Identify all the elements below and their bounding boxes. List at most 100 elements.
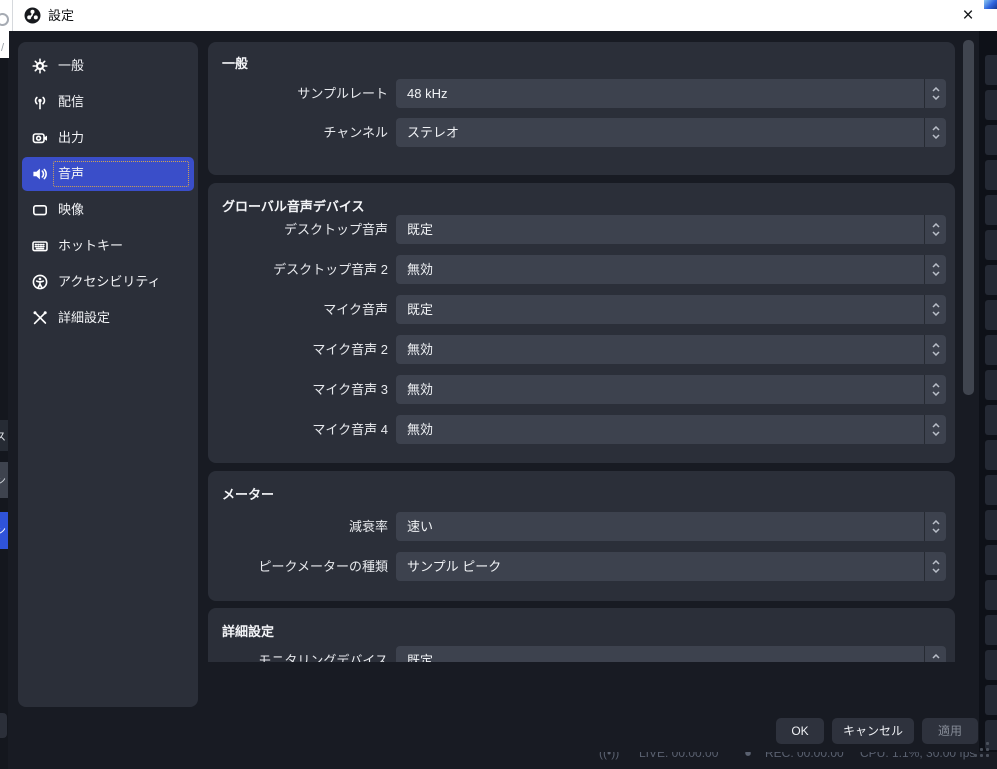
settings-section-global-audio-devices: グローバル音声デバイス デスクトップ音声 既定 デスクトップ音声 2 無効 マイク音声… (208, 183, 955, 463)
background-corner-image (984, 0, 997, 9)
background-panel-fragment (0, 713, 7, 738)
sidebar-item-general[interactable]: 一般 (22, 49, 194, 83)
spinner-arrows-icon[interactable] (924, 118, 946, 147)
background-list-fragment: ン (0, 462, 8, 498)
spinner-arrows-icon[interactable] (924, 215, 946, 244)
combobox-value: 既定 (407, 302, 434, 317)
background-row-fragment (985, 265, 997, 295)
combobox-mic-audio[interactable]: 既定 (396, 295, 946, 324)
background-row-fragment (985, 545, 997, 575)
rec-icon: ⏺ (745, 752, 752, 760)
window-title: 設定 (48, 8, 75, 23)
combobox-channels[interactable]: ステレオ (396, 118, 946, 147)
background-row-fragment (985, 650, 997, 680)
statusbar-fragment: ((•)) LIVE: 00:00:00 ⏺ REC: 00:00:00 CPU… (8, 752, 997, 769)
settings-scroll-area: 一般 サンプルレート 48 kHz チャンネル ステレオ グローバル音声デバイス デスク… (208, 31, 955, 662)
sidebar-item-accessibility[interactable]: アクセシビリティ (22, 265, 194, 299)
background-row-fragment (985, 125, 997, 155)
spinner-arrows-icon[interactable] (924, 512, 946, 541)
combobox-value: 無効 (407, 262, 434, 277)
sidebar-item-label: 詳細設定 (58, 310, 111, 325)
combobox-mic-audio-3[interactable]: 無効 (396, 375, 946, 404)
sidebar-item-video[interactable]: 映像 (22, 193, 194, 227)
spinner-arrows-icon[interactable] (924, 255, 946, 284)
background-row-fragment (985, 370, 997, 400)
spinner-arrows-icon[interactable] (924, 79, 946, 108)
settings-row-mic-audio-4: マイク音声 4 無効 (208, 415, 955, 444)
vertical-scrollbar[interactable] (963, 40, 974, 395)
obs-logo-icon (24, 7, 41, 24)
sidebar-item-audio[interactable]: 音声 (22, 157, 194, 191)
background-strip-red (18, 0, 27, 3)
combobox-value: 速い (407, 519, 434, 534)
section-title: 一般 (222, 56, 249, 71)
row-label: マイク音声 2 (312, 342, 388, 357)
sidebar-item-label: 一般 (58, 58, 85, 73)
settings-section-advanced: 詳細設定 モニタリングデバイス 既定 (208, 608, 955, 662)
apply-button[interactable]: 適用 (922, 718, 978, 744)
combobox-value: 無効 (407, 422, 434, 437)
settings-section-general: 一般サンプルレート 48 kHz チャンネル ステレオ (208, 42, 955, 175)
sidebar-item-output[interactable]: 出力 (22, 121, 194, 155)
combobox-desktop-audio-2[interactable]: 無効 (396, 255, 946, 284)
background-row-fragment (985, 160, 997, 190)
combobox-peak-meter-type[interactable]: サンプル ピーク (396, 552, 946, 581)
settings-sidebar: 一般配信 出力 音声映像ホットキー アクセシビリティ詳細設定 (18, 42, 198, 707)
background-list-fragment-selected: ン (0, 512, 8, 549)
combobox-desktop-audio[interactable]: 既定 (396, 215, 946, 244)
combobox-monitoring-device[interactable]: 既定 (396, 646, 946, 662)
tools-icon (32, 310, 48, 326)
window-edge-line (12, 0, 13, 31)
spinner-arrows-icon[interactable] (924, 335, 946, 364)
spinner-arrows-icon[interactable] (924, 295, 946, 324)
titlebar: 設定 × (0, 0, 997, 31)
gear-icon (32, 58, 48, 74)
settings-row-desktop-audio: デスクトップ音声 既定 (208, 215, 955, 244)
background-right-column (979, 31, 997, 769)
settings-row-monitoring-device: モニタリングデバイス 既定 (208, 646, 955, 662)
row-label: デスクトップ音声 (283, 222, 388, 237)
background-row-fragment (985, 685, 997, 715)
combobox-value: 無効 (407, 382, 434, 397)
cancel-button[interactable]: キャンセル (832, 718, 914, 744)
live-icon: ((•)) (599, 752, 620, 760)
row-label: ピークメーターの種類 (258, 559, 388, 574)
row-label: サンプルレート (297, 86, 388, 101)
combobox-mic-audio-4[interactable]: 無効 (396, 415, 946, 444)
sidebar-item-stream[interactable]: 配信 (22, 85, 194, 119)
spinner-arrows-icon[interactable] (924, 415, 946, 444)
combobox-mic-audio-2[interactable]: 無効 (396, 335, 946, 364)
background-row-fragment (985, 475, 997, 505)
close-icon[interactable]: × (954, 2, 982, 29)
background-strip-blue (648, 0, 838, 2)
spinner-arrows-icon[interactable] (924, 552, 946, 581)
row-label: チャンネル (323, 125, 388, 140)
background-strip-cyan (838, 0, 847, 2)
row-label: マイク音声 3 (312, 382, 388, 397)
spinner-arrows-icon[interactable] (924, 375, 946, 404)
combobox-decay-rate[interactable]: 速い (396, 512, 946, 541)
background-row-fragment (985, 615, 997, 645)
speaker-icon (32, 166, 48, 182)
spinner-arrows-icon[interactable] (924, 646, 946, 662)
resize-grip[interactable] (974, 742, 991, 759)
settings-row-sample-rate: サンプルレート 48 kHz (208, 79, 955, 108)
accessibility-icon (32, 274, 48, 290)
section-title: グローバル音声デバイス (222, 199, 365, 214)
settings-row-mic-audio-3: マイク音声 3 無効 (208, 375, 955, 404)
background-list-fragment: ス (0, 420, 8, 451)
settings-window: 設定 × / ス ン ン 一般 配信 出力 音声 映像 ホットキー アクセシビリティ 詳細設定… (0, 0, 997, 769)
settings-row-channels: チャンネル ステレオ (208, 118, 955, 147)
ok-button[interactable]: OK (776, 718, 824, 744)
broadcast-icon (32, 94, 48, 110)
settings-row-mic-audio-2: マイク音声 2 無効 (208, 335, 955, 364)
background-row-fragment (985, 230, 997, 260)
sidebar-item-label: 映像 (58, 202, 85, 217)
focus-outline (53, 161, 189, 187)
background-row-fragment (985, 90, 997, 120)
sidebar-item-advanced[interactable]: 詳細設定 (22, 301, 194, 335)
combobox-value: サンプル ピーク (407, 559, 502, 574)
background-ring-fragment (0, 13, 9, 26)
sidebar-item-hotkeys[interactable]: ホットキー (22, 229, 194, 263)
combobox-sample-rate[interactable]: 48 kHz (396, 79, 946, 108)
